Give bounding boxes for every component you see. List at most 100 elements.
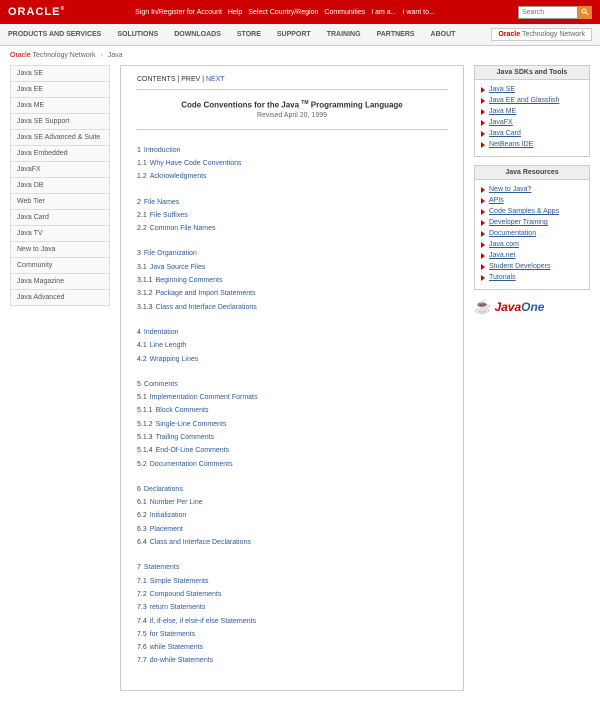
toc-link[interactable]: 2.1File Suffixes [137,209,447,222]
otn-rest: Technology Network [520,31,585,38]
nav-item[interactable]: STORE [237,31,261,38]
resource-link[interactable]: Developer Training [481,217,583,228]
hr-top [137,89,447,90]
resource-link[interactable]: New to Java? [481,184,583,195]
toc-section-head[interactable]: 1Introduction [137,144,447,157]
crumb-oracle[interactable]: Oracle [10,52,31,59]
toc-link[interactable]: 4.1Line Length [137,339,447,352]
nav-item[interactable]: DOWNLOADS [174,31,221,38]
resource-link[interactable]: Java.net [481,250,583,261]
nav-item[interactable]: ABOUT [431,31,456,38]
sidebar-item[interactable]: New to Java [10,242,110,258]
logo-text: ORACLE [8,6,60,18]
toc-link[interactable]: 1.2Acknowledgments [137,170,447,183]
resource-label: APIs [489,197,504,204]
resource-link[interactable]: Student Developers [481,261,583,272]
resource-link[interactable]: Documentation [481,228,583,239]
sdks-list: Java SEJava EE and GlassfishJava MEJavaF… [474,80,590,157]
nav-item[interactable]: PARTNERS [377,31,415,38]
search-button[interactable] [578,6,592,19]
sidebar-item[interactable]: Java Embedded [10,146,110,162]
sidebar-item[interactable]: Java SE [10,65,110,82]
oracle-logo[interactable]: ORACLE® [8,6,65,18]
sidebar-item[interactable]: Java SE Support [10,114,110,130]
toc-section-head[interactable]: 3File Organization [137,247,447,260]
toc-link[interactable]: 3.1.2Package and Import Statements [137,287,447,300]
nav-item[interactable]: PRODUCTS AND SERVICES [8,31,101,38]
toc-link[interactable]: 3.1.3Class and Interface Declarations [137,301,447,314]
toc-section: 1Introduction1.1Why Have Code Convention… [137,144,447,184]
toc-link[interactable]: 5.1Implementation Comment Formats [137,391,447,404]
toc-link[interactable]: 7.4if, if-else, if else-if else Statemen… [137,615,447,628]
resource-link[interactable]: Code Samples & Apps [481,206,583,217]
sidebar-item[interactable]: Web Tier [10,194,110,210]
toc-section-head[interactable]: 4Indentation [137,326,447,339]
communities-link[interactable]: Communities [324,9,365,16]
nav-item[interactable]: SOLUTIONS [117,31,158,38]
iwantto-link[interactable]: I want to... [403,9,435,16]
toc-section-head[interactable]: 2File Names [137,196,447,209]
resource-link[interactable]: Java SE [481,84,583,95]
toc-link[interactable]: 5.1.2Single-Line Comments [137,418,447,431]
coffee-cup-icon: ☕ [474,298,491,315]
toc-link[interactable]: 7.1Simple Statements [137,575,447,588]
sidebar-item[interactable]: JavaFX [10,162,110,178]
main-content: CONTENTS | PREV | NEXT Code Conventions … [120,65,464,691]
doc-subtitle: Revised April 20, 1999 [137,112,447,119]
resource-link[interactable]: APIs [481,195,583,206]
arrow-icon [481,131,485,137]
search-input[interactable] [518,6,578,19]
toc-link[interactable]: 7.2Compound Statements [137,588,447,601]
toc-link[interactable]: 3.1.1Beginning Comments [137,274,447,287]
sidebar-item[interactable]: Community [10,258,110,274]
country-link[interactable]: Select Country/Region [248,9,318,16]
toc-section-head[interactable]: 5Comments [137,378,447,391]
sidebar-item[interactable]: Java EE [10,82,110,98]
resource-link[interactable]: Java Card [481,128,583,139]
toc-link[interactable]: 1.1Why Have Code Conventions [137,157,447,170]
toc-link[interactable]: 6.1Number Per Line [137,496,447,509]
sidebar-item[interactable]: Java ME [10,98,110,114]
signin-link[interactable]: Sign In/Register for Account [135,9,222,16]
toc-link[interactable]: 5.2Documentation Comments [137,458,447,471]
toc-link[interactable]: 7.6while Statements [137,641,447,654]
sidebar-item[interactable]: Java Advanced [10,290,110,306]
sidebar-item[interactable]: Java SE Advanced & Suite [10,130,110,146]
resource-link[interactable]: JavaFX [481,117,583,128]
toc-section-head[interactable]: 7Statements [137,561,447,574]
resource-link[interactable]: Java.com [481,239,583,250]
toc-link[interactable]: 7.7do-while Statements [137,654,447,667]
toc-section-head[interactable]: 6Declarations [137,483,447,496]
toc-link[interactable]: 6.2Initialization [137,509,447,522]
toc-link[interactable]: 5.1.1Block Comments [137,404,447,417]
otn-link[interactable]: Oracle Technology Network [491,28,592,41]
pager-next[interactable]: NEXT [206,76,225,83]
toc-link[interactable]: 6.4Class and Interface Declarations [137,536,447,549]
sidebar-item[interactable]: Java Card [10,210,110,226]
toc-link[interactable]: 4.2Wrapping Lines [137,353,447,366]
toc-link[interactable]: 6.3Placement [137,523,447,536]
sidebar-item[interactable]: Java DB [10,178,110,194]
javaone-logo[interactable]: ☕ JavaOne [474,298,590,315]
resource-link[interactable]: Tutorials [481,272,583,283]
resource-link[interactable]: NetBeans IDE [481,139,583,150]
nav-item[interactable]: TRAINING [327,31,361,38]
resources-heading: Java Resources [474,165,590,180]
nav-item[interactable]: SUPPORT [277,31,311,38]
toc-link[interactable]: 2.2Common File Names [137,222,447,235]
sidebar-item[interactable]: Java TV [10,226,110,242]
resource-link[interactable]: Java ME [481,106,583,117]
toc-section: 7Statements7.1Simple Statements7.2Compou… [137,561,447,667]
toc-link[interactable]: 7.3return Statements [137,601,447,614]
resource-link[interactable]: Java EE and Glassfish [481,95,583,106]
iama-link[interactable]: I am a... [371,9,396,16]
sidebar-item[interactable]: Java Magazine [10,274,110,290]
toc-link[interactable]: 5.1.4End-Of-Line Comments [137,444,447,457]
toc-link[interactable]: 5.1.3Trailing Comments [137,431,447,444]
crumb-tn[interactable]: Technology Network [32,52,95,59]
help-link[interactable]: Help [228,9,242,16]
toc-link[interactable]: 7.5for Statements [137,628,447,641]
toc-link[interactable]: 3.1Java Source Files [137,261,447,274]
arrow-icon [481,209,485,215]
arrow-icon [481,264,485,270]
